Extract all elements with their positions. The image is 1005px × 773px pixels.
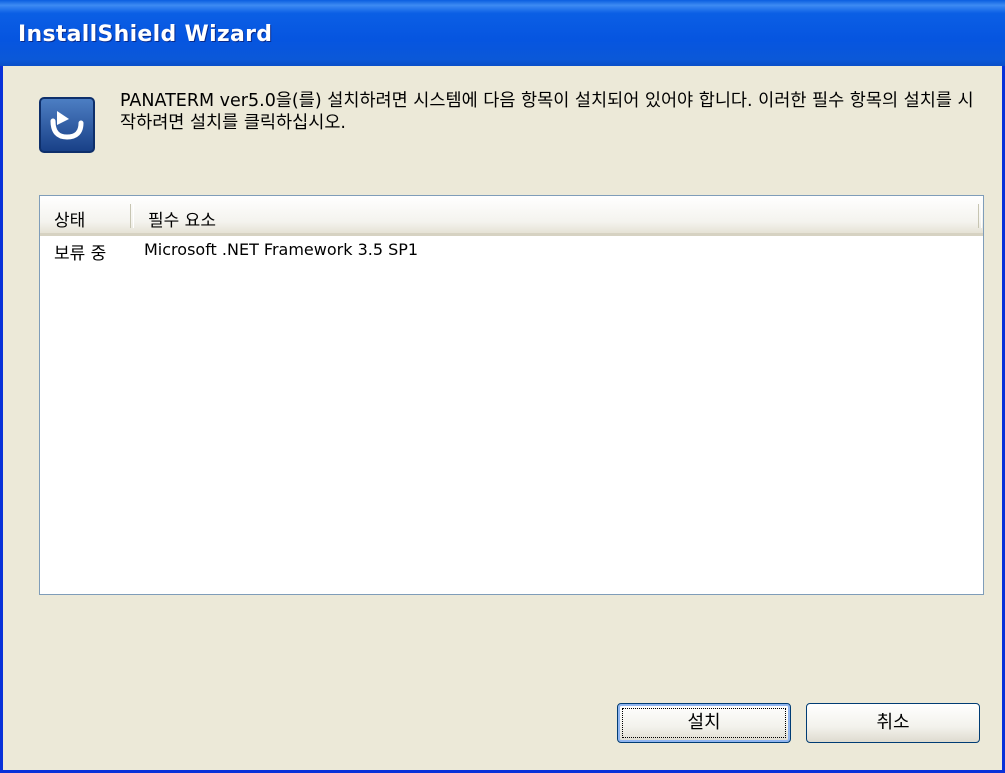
column-divider[interactable] — [130, 204, 134, 228]
cancel-button-label: 취소 — [876, 712, 910, 733]
list-item-status: 보류 중 — [54, 244, 107, 264]
installer-icon — [39, 97, 95, 153]
prerequisite-message: PANATERM ver5.0을(를) 설치하려면 시스템에 다음 항목이 설치… — [120, 91, 974, 133]
installshield-wizard-window: InstallShield Wizard PANATERM ver5.0을(를)… — [0, 0, 1005, 773]
window-title: InstallShield Wizard — [18, 22, 273, 47]
column-divider[interactable] — [978, 204, 982, 228]
list-item-name: Microsoft .NET Framework 3.5 SP1 — [144, 240, 419, 259]
list-item[interactable]: 보류 중 Microsoft .NET Framework 3.5 SP1 — [40, 237, 983, 264]
list-header: 상태 필수 요소 — [40, 196, 983, 236]
column-header-status[interactable]: 상태 — [54, 206, 85, 231]
cancel-button[interactable]: 취소 — [806, 703, 980, 743]
title-bar[interactable]: InstallShield Wizard — [0, 0, 1005, 66]
install-button-label: 설치 — [687, 712, 721, 733]
prerequisites-list[interactable]: 상태 필수 요소 보류 중 Microsoft .NET Framework 3… — [39, 195, 984, 595]
column-header-prerequisite[interactable]: 필수 요소 — [148, 206, 216, 231]
install-button[interactable]: 설치 — [617, 703, 791, 743]
